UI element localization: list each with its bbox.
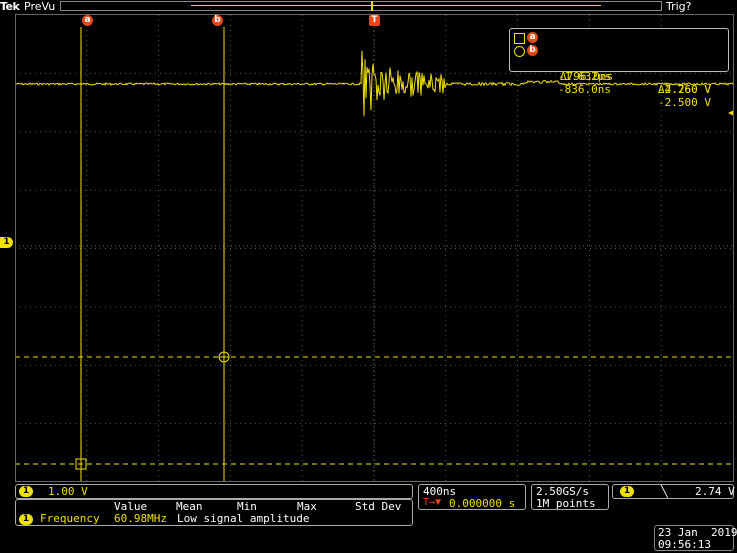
meas-name: Frequency bbox=[40, 512, 100, 525]
col-header-stddev: Std Dev bbox=[355, 500, 402, 513]
trigger-position-badge[interactable]: T bbox=[369, 15, 380, 26]
acquisition-box[interactable]: 2.50GS/s 1M points bbox=[531, 484, 609, 510]
time: 09:56:13 bbox=[658, 538, 711, 551]
graticule-frame bbox=[15, 14, 734, 482]
cursor-b-badge-small: b bbox=[527, 45, 538, 56]
datetime-box: 23 Jan 2019 09:56:13 bbox=[654, 525, 737, 551]
cursor-a-badge-small: a bbox=[527, 32, 538, 43]
channel-scale-box[interactable]: 1 1.00 V bbox=[15, 484, 413, 499]
trigger-settings-box[interactable]: 1 ╲ 2.74 V bbox=[612, 484, 735, 499]
ch1-ground-marker[interactable]: 1 bbox=[0, 237, 13, 248]
measurement-box[interactable]: Value Mean Min Max Std Dev 1 Frequency 6… bbox=[15, 499, 413, 526]
trigger-level: 2.74 V bbox=[695, 485, 735, 498]
ch1-label: 1 bbox=[19, 486, 33, 497]
circle-icon bbox=[514, 46, 525, 57]
cursor-b-badge[interactable]: b bbox=[212, 15, 223, 26]
meas-ch1-label: 1 bbox=[19, 514, 33, 525]
falling-edge-icon: ╲ bbox=[661, 485, 668, 498]
readout-row-delta: Δ796.0ns Δ2.260 V bbox=[560, 70, 711, 96]
meas-note: Low signal amplitude bbox=[177, 512, 310, 525]
horizontal-settings-box[interactable]: 400ns T→▼ 0.000000 s bbox=[418, 484, 526, 510]
horizontal-offset: 0.000000 s bbox=[449, 497, 516, 510]
record-length: 1M points bbox=[536, 497, 596, 510]
meas-value: 60.98MHz bbox=[114, 512, 167, 525]
cursor-readout-panel: a -1.632µs -4.760 V b -836.0ns -2.500 V … bbox=[509, 28, 729, 109]
trigger-position-icon: T→▼ bbox=[423, 497, 442, 508]
square-icon bbox=[514, 33, 525, 44]
trigger-ch1-label: 1 bbox=[620, 486, 634, 497]
cursor-a-badge[interactable]: a bbox=[82, 15, 93, 26]
ch1-scale: 1.00 V bbox=[48, 485, 88, 498]
